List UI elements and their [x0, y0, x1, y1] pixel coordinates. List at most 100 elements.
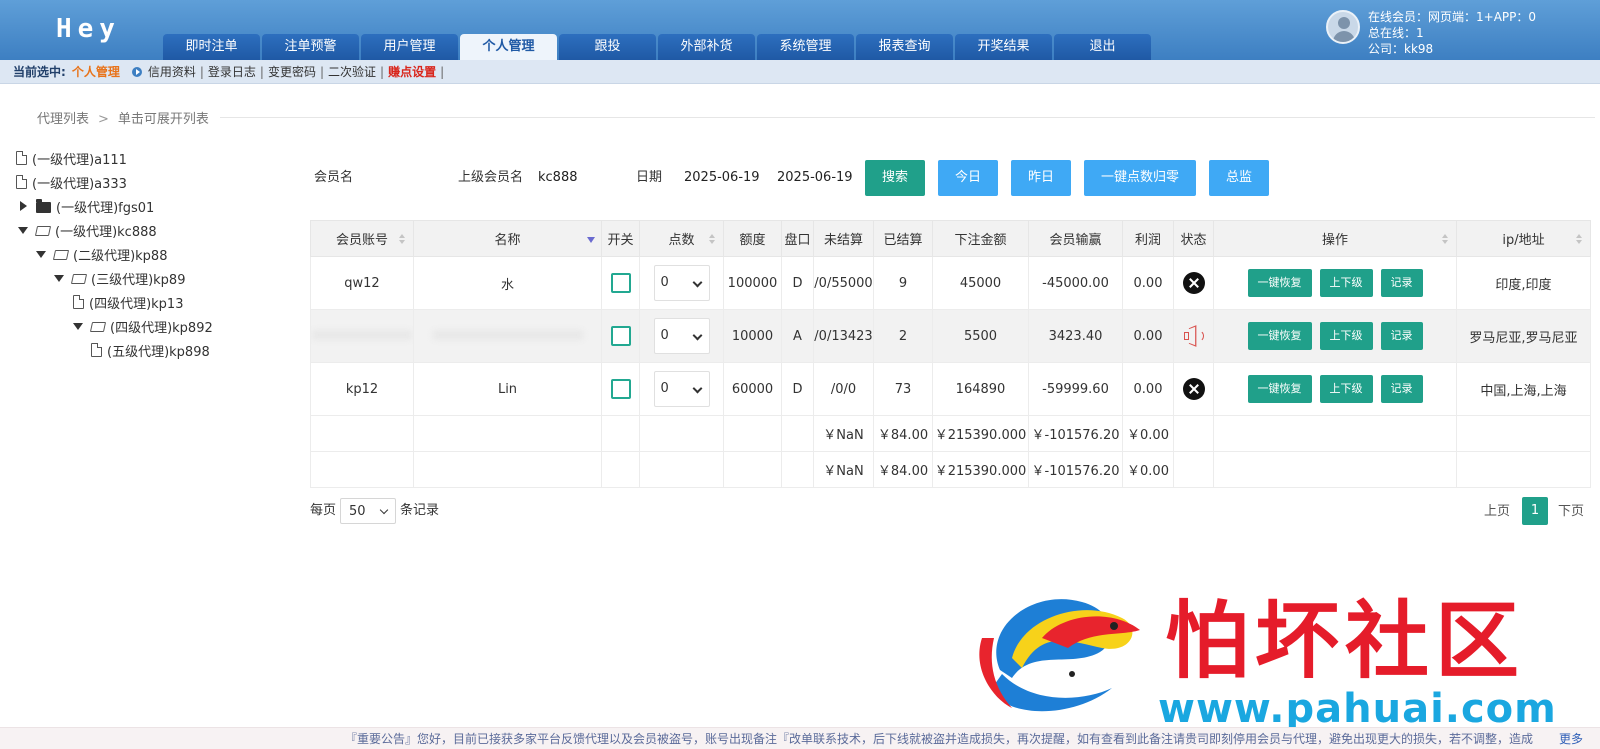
tab-draw-results[interactable]: 开奖结果: [955, 34, 1052, 60]
watermark-fish-logo: [979, 582, 1140, 718]
col-ip[interactable]: ip/地址: [1456, 220, 1591, 257]
folder-open-icon: [89, 322, 107, 332]
winloss-cell: -59999.60: [1028, 362, 1123, 416]
caret-down-icon[interactable]: [73, 321, 83, 331]
caret-down-icon[interactable]: [54, 273, 64, 283]
member-name-label: 会员名: [314, 170, 354, 185]
link-change-password[interactable]: 变更密码: [268, 65, 316, 79]
sort-icon: [1442, 234, 1448, 244]
winloss-cell: -45000.00: [1028, 256, 1123, 310]
unsettled-cell: /0/13423: [813, 309, 874, 363]
col-status: 状态: [1173, 220, 1214, 257]
x-icon[interactable]: [1182, 378, 1205, 400]
unsettled-cell: /0/55000: [813, 256, 874, 310]
records-button[interactable]: 记录: [1380, 269, 1423, 297]
table-row: kp12 Lin 0 60000 D /0/0 73 164890 -59999…: [310, 362, 1591, 416]
actions-cell: 一键恢复 上下级 记录: [1213, 362, 1457, 416]
tab-personal-management[interactable]: 个人管理: [460, 34, 557, 60]
tab-user-management[interactable]: 用户管理: [361, 34, 458, 60]
records-button[interactable]: 记录: [1380, 375, 1423, 403]
tab-reports[interactable]: 报表查询: [856, 34, 953, 60]
tab-logout[interactable]: 退出: [1054, 34, 1151, 60]
caret-down-icon[interactable]: [36, 249, 46, 259]
tree-node[interactable]: (一级代理)fgs01: [18, 196, 154, 216]
hierarchy-button[interactable]: 上下级: [1319, 269, 1373, 297]
col-switch: 开关: [601, 220, 640, 257]
col-winloss: 会员输赢: [1028, 220, 1123, 257]
actions-cell: 一键恢复 上下级 记录: [1213, 256, 1457, 310]
file-icon: [73, 295, 84, 309]
date-to-input[interactable]: [769, 160, 853, 196]
member-name-input[interactable]: [360, 160, 452, 196]
restore-button[interactable]: 一键恢复: [1247, 322, 1312, 350]
tab-bet-warning[interactable]: 注单预警: [262, 34, 359, 60]
tab-system-management[interactable]: 系统管理: [757, 34, 854, 60]
bet-cell: 164890: [932, 362, 1029, 416]
caret-down-icon[interactable]: [18, 225, 28, 235]
monitor-button[interactable]: 总监: [1209, 160, 1269, 196]
hierarchy-button[interactable]: 上下级: [1319, 322, 1373, 350]
tree-node[interactable]: (四级代理)kp892: [73, 316, 213, 336]
breadcrumb-agent-list[interactable]: 代理列表: [37, 112, 89, 127]
file-icon: [16, 151, 27, 165]
next-page-button[interactable]: 下页: [1558, 498, 1584, 526]
top-header: Hey 即时注单 注单预警 用户管理 个人管理 跟投 外部补货 系统管理 报表查…: [0, 0, 1600, 60]
per-page-select[interactable]: 50: [340, 498, 397, 524]
parent-member-input[interactable]: [530, 160, 620, 196]
avatar-icon: [1326, 10, 1360, 44]
total-settled: ￥84.00: [873, 415, 933, 452]
parent-member-label: 上级会员名: [458, 170, 524, 185]
x-icon[interactable]: [1182, 272, 1205, 294]
tree-node[interactable]: (一级代理)a333: [16, 172, 127, 192]
col-actions[interactable]: 操作: [1213, 220, 1457, 257]
account-cell: kp12: [310, 362, 414, 416]
records-button[interactable]: 记录: [1380, 322, 1423, 350]
link-earn-points-settings[interactable]: 赚点设置: [388, 65, 436, 79]
profit-cell: 0.00: [1122, 362, 1174, 416]
caret-right-icon[interactable]: [18, 201, 28, 211]
reset-points-button[interactable]: 一键点数归零: [1084, 160, 1196, 196]
speaker-icon[interactable]: [1182, 325, 1206, 347]
tree-node[interactable]: (三级代理)kp89: [54, 268, 185, 288]
switch-checkbox[interactable]: [610, 379, 631, 399]
watermark-url: www.pahuai.com: [1158, 686, 1557, 732]
points-select[interactable]: 0: [653, 265, 710, 301]
bet-cell: 45000: [932, 256, 1029, 310]
sort-desc-icon: [587, 237, 595, 243]
switch-checkbox[interactable]: [610, 273, 631, 293]
points-select[interactable]: 0: [653, 318, 710, 354]
member-table: 会员账号 名称 开关 点数 额度 盘口 未结算 已结算 下注金额 会员输赢 利润…: [310, 220, 1591, 488]
points-select[interactable]: 0: [653, 371, 710, 407]
totals-row: ￥NaN ￥84.00 ￥215390.000 ￥-101576.20 ￥0.0…: [310, 415, 1591, 452]
search-button[interactable]: 搜索: [865, 160, 925, 196]
date-from-input[interactable]: [676, 160, 760, 196]
hierarchy-button[interactable]: 上下级: [1319, 375, 1373, 403]
ip-cell: 罗马尼亚,罗马尼亚: [1456, 309, 1591, 363]
restore-button[interactable]: 一键恢复: [1247, 269, 1312, 297]
link-credit-info[interactable]: 信用资料: [148, 65, 196, 79]
col-points[interactable]: 点数: [639, 220, 724, 257]
restore-button[interactable]: 一键恢复: [1247, 375, 1312, 403]
today-button[interactable]: 今日: [938, 160, 998, 196]
tab-external-restock[interactable]: 外部补货: [658, 34, 755, 60]
link-login-log[interactable]: 登录日志: [208, 65, 256, 79]
switch-checkbox[interactable]: [610, 326, 631, 346]
prev-page-button[interactable]: 上页: [1484, 498, 1510, 526]
tree-node[interactable]: (一级代理)kc888: [18, 220, 157, 240]
more-link[interactable]: 更多: [1559, 728, 1583, 749]
col-account[interactable]: 会员账号: [310, 220, 414, 257]
tree-node[interactable]: (二级代理)kp88: [36, 244, 167, 264]
company-text: 公司：kk98: [1368, 42, 1434, 56]
tree-node[interactable]: (四级代理)kp13: [73, 292, 183, 312]
online-members-text: 在线会员：网页端：1+APP：0: [1368, 10, 1537, 24]
col-name[interactable]: 名称: [413, 220, 602, 257]
tree-node[interactable]: (一级代理)a111: [16, 148, 127, 168]
tab-follow-bet[interactable]: 跟投: [559, 34, 656, 60]
quota-cell: 10000: [723, 309, 782, 363]
link-two-factor[interactable]: 二次验证: [328, 65, 376, 79]
chevron-down-icon: [379, 505, 389, 515]
current-page[interactable]: 1: [1522, 497, 1548, 525]
tree-node[interactable]: (五级代理)kp898: [91, 340, 210, 360]
yesterday-button[interactable]: 昨日: [1011, 160, 1071, 196]
tab-instant-bets[interactable]: 即时注单: [163, 34, 260, 60]
